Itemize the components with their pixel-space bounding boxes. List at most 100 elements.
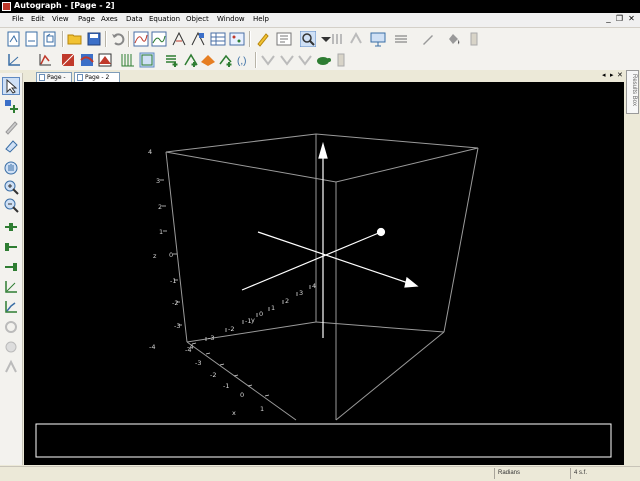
axes-3d-view: -4 -3 -2 -1 0 z 1 2 3 4 -4 -3 -2 -1 0 y … bbox=[35, 133, 612, 458]
zoom-in-tool-icon[interactable] bbox=[3, 179, 19, 195]
page-icon bbox=[77, 74, 83, 81]
tab-scroll-right-icon[interactable]: ▸ bbox=[610, 71, 614, 79]
z-axis-arrow-icon bbox=[318, 141, 328, 159]
x-axis-arrow-icon bbox=[404, 276, 419, 288]
svg-text:(,): (,) bbox=[237, 56, 246, 67]
axes-options-button[interactable] bbox=[171, 31, 187, 47]
zoom-button[interactable] bbox=[300, 31, 316, 47]
tab-close-icon[interactable]: ✕ bbox=[617, 71, 623, 79]
grid-3d-icon[interactable] bbox=[120, 52, 136, 68]
axes-lines bbox=[241, 141, 419, 338]
y-axis-end-marker bbox=[376, 227, 386, 237]
angle-mode-status[interactable]: Radians bbox=[494, 468, 570, 479]
menu-bar: File Edit View Page Axes Data Equation O… bbox=[0, 13, 640, 28]
x-tick-label: -3 bbox=[195, 359, 201, 367]
sig-figs-status[interactable]: 4 s.f. bbox=[570, 468, 640, 479]
highlighter-button[interactable] bbox=[255, 31, 271, 47]
box-3d-icon[interactable] bbox=[139, 52, 155, 68]
menu-equation[interactable]: Equation bbox=[149, 15, 180, 23]
fill-color-button[interactable] bbox=[445, 31, 461, 47]
pen-color-button[interactable] bbox=[420, 31, 436, 47]
y-tick-label: 1 bbox=[271, 304, 275, 312]
slider-z-tool-icon[interactable] bbox=[3, 259, 19, 275]
add-point-icon[interactable] bbox=[164, 52, 180, 68]
text-box-button[interactable] bbox=[276, 31, 292, 47]
minimize-document-button[interactable]: _ bbox=[603, 14, 614, 24]
graph-button[interactable] bbox=[133, 31, 149, 47]
open-folder-button[interactable] bbox=[67, 31, 83, 47]
menu-edit[interactable]: Edit bbox=[31, 15, 45, 23]
equation-axes-icon[interactable] bbox=[37, 52, 53, 68]
menu-page[interactable]: Page bbox=[78, 15, 95, 23]
new-3d-page-button[interactable] bbox=[42, 31, 58, 47]
x-tick-label: 1 bbox=[260, 405, 264, 413]
menu-file[interactable]: File bbox=[12, 15, 24, 23]
add-coordinate-icon[interactable]: (,) bbox=[236, 52, 252, 68]
y-tick-label: 2 bbox=[285, 297, 289, 305]
results-box-tab[interactable]: Results Box bbox=[626, 70, 639, 114]
rotate-disabled-icon bbox=[297, 52, 313, 68]
edit-axes-button[interactable] bbox=[190, 31, 206, 47]
add-line-icon[interactable] bbox=[200, 52, 216, 68]
x-axis-label: x bbox=[232, 409, 236, 417]
presentation-button[interactable] bbox=[370, 31, 386, 47]
menu-data[interactable]: Data bbox=[126, 15, 143, 23]
turtle-icon[interactable] bbox=[315, 52, 331, 68]
toolbar-separator bbox=[62, 31, 64, 47]
menu-help[interactable]: Help bbox=[253, 15, 269, 23]
hand-pan-tool-icon[interactable] bbox=[3, 160, 19, 176]
tab-label: Page - 2 bbox=[85, 74, 110, 81]
new-1d-page-button[interactable] bbox=[24, 31, 40, 47]
zoom-out-tool-icon[interactable] bbox=[3, 197, 19, 213]
red-plane-icon[interactable] bbox=[60, 52, 76, 68]
new-2d-page-button[interactable] bbox=[6, 31, 22, 47]
select-axes-icon[interactable] bbox=[6, 52, 22, 68]
graph-settings-button[interactable] bbox=[151, 31, 167, 47]
graph-trend-tool-icon[interactable] bbox=[3, 299, 19, 315]
select-pointer-icon[interactable] bbox=[2, 77, 20, 95]
eraser-tool-icon[interactable] bbox=[3, 138, 19, 154]
tab-scroll-left-icon[interactable]: ◂ bbox=[602, 71, 606, 79]
z-tick-label: -1 bbox=[170, 277, 176, 285]
slider-y-tool-icon[interactable] bbox=[3, 239, 19, 255]
pencil-tool-icon[interactable] bbox=[3, 119, 19, 135]
slider-x-tool-icon[interactable] bbox=[3, 219, 19, 235]
x-tick-label: 0 bbox=[240, 391, 244, 399]
graph-axes-tool-icon[interactable] bbox=[3, 279, 19, 295]
menu-view[interactable]: View bbox=[52, 15, 69, 23]
surface-icon[interactable] bbox=[79, 52, 95, 68]
close-document-button[interactable]: ✕ bbox=[626, 14, 637, 24]
y-tick-label: -3 bbox=[208, 334, 214, 342]
toolbar-grip-icon[interactable] bbox=[466, 31, 482, 47]
add-vector-icon[interactable] bbox=[183, 52, 199, 68]
y-tick-label: 4 bbox=[312, 282, 316, 290]
left-toolbar bbox=[0, 73, 23, 465]
grid-view-button[interactable] bbox=[229, 31, 245, 47]
tab-page-2[interactable]: Page - 2 bbox=[74, 72, 120, 82]
tab-page-1[interactable]: Page - 1 bbox=[36, 72, 72, 90]
main-toolbar bbox=[0, 28, 640, 50]
status-bar: Radians 4 s.f. bbox=[0, 466, 640, 481]
undo-button[interactable] bbox=[110, 31, 126, 47]
menu-object[interactable]: Object bbox=[186, 15, 209, 23]
graph-3d-canvas[interactable]: -4 -3 -2 -1 0 z 1 2 3 4 -4 -3 -2 -1 0 y … bbox=[24, 82, 624, 465]
save-disk-button[interactable] bbox=[86, 31, 102, 47]
z-tick-label: 3 bbox=[156, 177, 160, 185]
app-icon bbox=[2, 2, 11, 11]
title-bar: Autograph - [Page - 2] bbox=[0, 0, 640, 13]
reflect-disabled-icon bbox=[279, 52, 295, 68]
z-axis-ticks: -4 -3 -2 -1 0 z 1 2 3 4 bbox=[148, 148, 180, 351]
line-style-button[interactable] bbox=[393, 31, 409, 47]
restore-document-button[interactable]: ❐ bbox=[614, 14, 625, 24]
shaded-surface-icon[interactable] bbox=[97, 52, 113, 68]
equation-entry-box[interactable] bbox=[35, 423, 612, 458]
menu-axes[interactable]: Axes bbox=[101, 15, 118, 23]
add-plane-icon[interactable] bbox=[218, 52, 234, 68]
menu-window[interactable]: Window bbox=[217, 15, 245, 23]
toolbar-grip-icon[interactable] bbox=[333, 52, 349, 68]
window-title: Autograph - [Page - 2] bbox=[14, 1, 115, 10]
y-tick-label: 0 bbox=[259, 310, 263, 318]
page-tab-strip: Page - 1 Page - 2 ◂ ▸ ✕ bbox=[24, 71, 624, 90]
table-view-button[interactable] bbox=[210, 31, 226, 47]
add-point-tool-icon[interactable] bbox=[3, 98, 19, 114]
